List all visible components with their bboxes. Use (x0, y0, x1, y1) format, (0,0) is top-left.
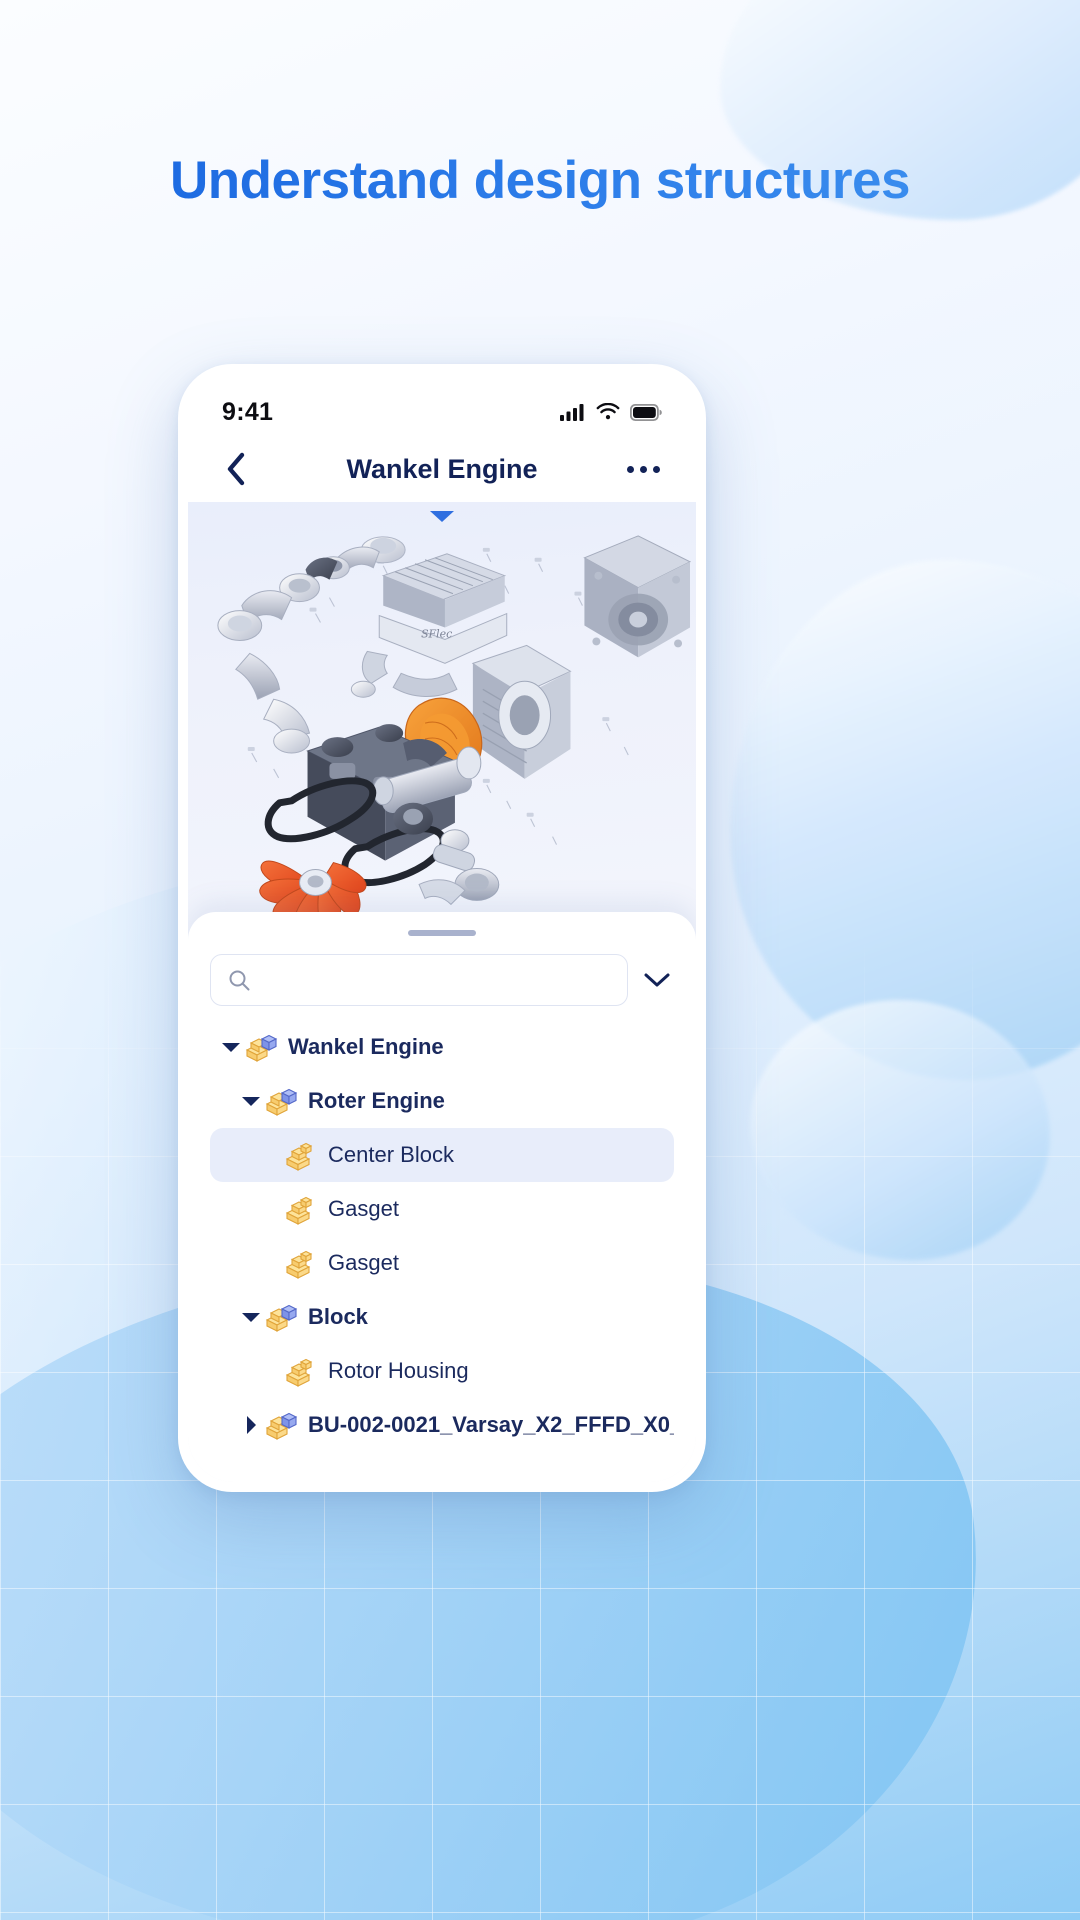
tree-twisty (258, 1142, 284, 1168)
tree-twisty[interactable] (238, 1088, 264, 1114)
battery-icon (630, 403, 662, 421)
sheet-drag-handle[interactable] (408, 930, 476, 936)
navigation-bar: Wankel Engine (188, 436, 696, 502)
caret-down-icon (222, 1043, 240, 1052)
tree-node-icon (244, 1030, 278, 1064)
tree-node-label: Gasget (328, 1250, 399, 1275)
more-options-button[interactable] (619, 458, 668, 481)
tree-twisty[interactable] (218, 1034, 244, 1060)
cellular-signal-icon (560, 404, 584, 421)
tree-row[interactable]: Wankel Engine (210, 1020, 674, 1074)
tree-twisty[interactable] (238, 1304, 264, 1330)
parts-tree[interactable]: Wankel Engine Roter Engine Center Block … (210, 1020, 674, 1452)
tree-node-icon (264, 1300, 298, 1334)
tree-node-label: Wankel Engine (288, 1034, 444, 1059)
tree-node-icon (264, 1408, 298, 1442)
tree-row[interactable]: BU-002-0021_Varsay_X2_FFFD_X0_lan (210, 1398, 674, 1452)
tree-row[interactable]: Roter Engine (210, 1074, 674, 1128)
tree-twisty (258, 1358, 284, 1384)
tree-node-icon (284, 1192, 318, 1226)
tree-row[interactable]: Rotor Housing (210, 1344, 674, 1398)
assembly-icon (265, 1088, 298, 1116)
tree-node-label: Center Block (328, 1142, 454, 1167)
tree-node-icon (284, 1354, 318, 1388)
chevron-left-icon (227, 452, 245, 486)
tree-row[interactable]: Block (210, 1290, 674, 1344)
tree-node-icon (284, 1138, 318, 1172)
search-input[interactable] (261, 968, 611, 992)
tree-node-label: Roter Engine (308, 1088, 445, 1113)
part-icon (285, 1142, 313, 1171)
exploded-3d-model-viewer[interactable]: SFlec (188, 502, 696, 967)
part-icon (285, 1250, 313, 1279)
status-bar: 9:41 (188, 374, 696, 436)
caret-right-icon (247, 1416, 256, 1434)
tree-node-label: Block (308, 1304, 368, 1329)
model-illustration: SFlec (217, 535, 692, 933)
tree-node-label: Gasget (328, 1196, 399, 1221)
tree-row[interactable]: Gasget (210, 1182, 674, 1236)
part-icon (285, 1196, 313, 1225)
assembly-icon (265, 1304, 298, 1332)
tree-row[interactable]: Gasget (210, 1236, 674, 1290)
part-icon (285, 1358, 313, 1387)
chevron-down-icon (644, 973, 670, 987)
assembly-icon (245, 1034, 278, 1062)
more-dot (627, 465, 634, 473)
caret-down-icon (242, 1097, 260, 1106)
tree-node-label: Rotor Housing (328, 1358, 469, 1383)
tree-node-label: BU-002-0021_Varsay_X2_FFFD_X0_lan (308, 1412, 674, 1437)
assembly-icon (265, 1412, 298, 1440)
tree-twisty (258, 1250, 284, 1276)
search-row (210, 954, 674, 1006)
status-icons (560, 403, 662, 421)
search-icon (229, 970, 250, 991)
parts-tree-sheet: Wankel Engine Roter Engine Center Block … (188, 912, 696, 1482)
back-button[interactable] (216, 449, 256, 489)
tree-node-icon (284, 1246, 318, 1280)
page-headline: Understand design structures (0, 150, 1080, 211)
tree-node-icon (264, 1084, 298, 1118)
tree-twisty[interactable] (238, 1412, 264, 1438)
svg-text:SFlec: SFlec (421, 627, 452, 640)
more-dot (640, 465, 647, 473)
phone-screen: 9:41 Wankel Engine SFlec Wankel Engine R… (188, 374, 696, 1482)
wifi-icon (596, 403, 620, 420)
tree-twisty (258, 1196, 284, 1222)
more-dot (653, 465, 660, 473)
caret-down-icon (242, 1313, 260, 1322)
status-time: 9:41 (222, 397, 274, 426)
expand-tree-button[interactable] (640, 963, 674, 997)
search-box[interactable] (210, 954, 628, 1006)
tree-row[interactable]: Center Block (210, 1128, 674, 1182)
phone-mockup: 9:41 Wankel Engine SFlec Wankel Engine R… (178, 364, 706, 1492)
